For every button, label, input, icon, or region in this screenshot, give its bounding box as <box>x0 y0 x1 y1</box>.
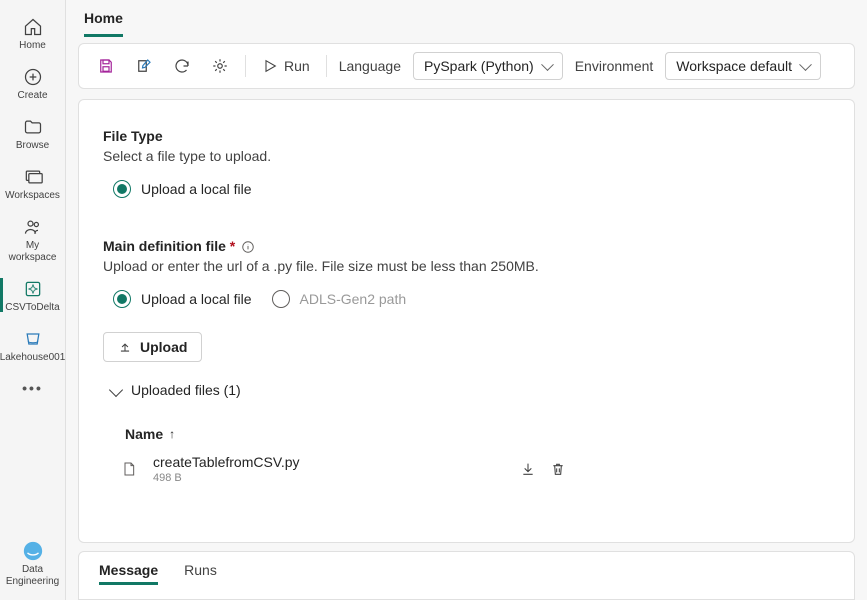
data-engineering-icon <box>22 540 44 562</box>
left-nav-rail: Home Create Browse Workspaces My workspa… <box>0 0 66 600</box>
spark-job-icon <box>22 278 44 300</box>
rail-browse[interactable]: Browse <box>0 108 65 158</box>
download-file-button[interactable] <box>520 461 536 477</box>
filetype-heading: File Type <box>103 128 830 144</box>
filetype-subtitle: Select a file type to upload. <box>103 148 830 164</box>
people-icon <box>22 216 44 238</box>
file-icon <box>121 460 139 478</box>
radio-icon <box>113 290 131 308</box>
output-tabs: Message Runs <box>78 551 855 600</box>
settings-button[interactable] <box>207 53 233 79</box>
page-tab[interactable]: Home <box>66 0 867 37</box>
language-label: Language <box>339 58 401 74</box>
rail-lakehouse[interactable]: Lakehouse001 <box>0 320 65 370</box>
lakehouse-icon <box>22 328 44 350</box>
radio-main-adls-path[interactable]: ADLS-Gen2 path <box>272 290 407 308</box>
rail-create[interactable]: Create <box>0 58 65 108</box>
rail-csvtodelta[interactable]: CSVToDelta <box>0 270 65 320</box>
upload-button[interactable]: Upload <box>103 332 202 362</box>
radio-main-upload-local[interactable]: Upload a local file <box>113 290 252 308</box>
rail-my-workspace[interactable]: My workspace <box>0 208 65 270</box>
content-panel: File Type Select a file type to upload. … <box>78 99 855 543</box>
maindef-heading: Main definition file * <box>103 238 830 254</box>
upload-icon <box>118 340 132 354</box>
info-icon <box>241 240 255 254</box>
chevron-down-icon <box>109 383 123 397</box>
file-list: Name ↑ createTablefromCSV.py 498 B <box>103 426 830 492</box>
rail-home[interactable]: Home <box>0 8 65 58</box>
home-icon <box>22 16 44 38</box>
rail-persona[interactable]: Data Engineering <box>0 532 65 600</box>
run-button[interactable]: Run <box>258 54 314 78</box>
environment-select[interactable]: Workspace default <box>665 52 821 80</box>
maindef-subtitle: Upload or enter the url of a .py file. F… <box>103 258 830 274</box>
rail-workspaces[interactable]: Workspaces <box>0 158 65 208</box>
column-name[interactable]: Name ↑ <box>103 426 830 442</box>
tab-runs[interactable]: Runs <box>184 562 217 585</box>
folder-icon <box>22 116 44 138</box>
refresh-button[interactable] <box>169 53 195 79</box>
uploaded-files-toggle[interactable]: Uploaded files (1) <box>111 382 830 398</box>
main-area: Home Run Language PySpark (Python) Envir… <box>66 0 867 600</box>
save-button[interactable] <box>93 53 119 79</box>
sort-ascending-icon: ↑ <box>169 427 175 441</box>
radio-icon <box>272 290 290 308</box>
required-marker: * <box>230 238 235 254</box>
radio-icon <box>113 180 131 198</box>
radio-upload-local-file[interactable]: Upload a local file <box>113 180 252 198</box>
file-name: createTablefromCSV.py <box>153 454 520 470</box>
plus-circle-icon <box>22 66 44 88</box>
file-row: createTablefromCSV.py 498 B <box>103 442 830 492</box>
language-select[interactable]: PySpark (Python) <box>413 52 563 80</box>
tab-message[interactable]: Message <box>99 562 158 585</box>
workspaces-icon <box>22 166 44 188</box>
delete-file-button[interactable] <box>550 461 566 477</box>
file-size: 498 B <box>153 472 520 484</box>
toolbar: Run Language PySpark (Python) Environmen… <box>78 43 855 89</box>
edit-button[interactable] <box>131 53 157 79</box>
rail-more[interactable]: ••• <box>0 370 65 406</box>
environment-label: Environment <box>575 58 654 74</box>
